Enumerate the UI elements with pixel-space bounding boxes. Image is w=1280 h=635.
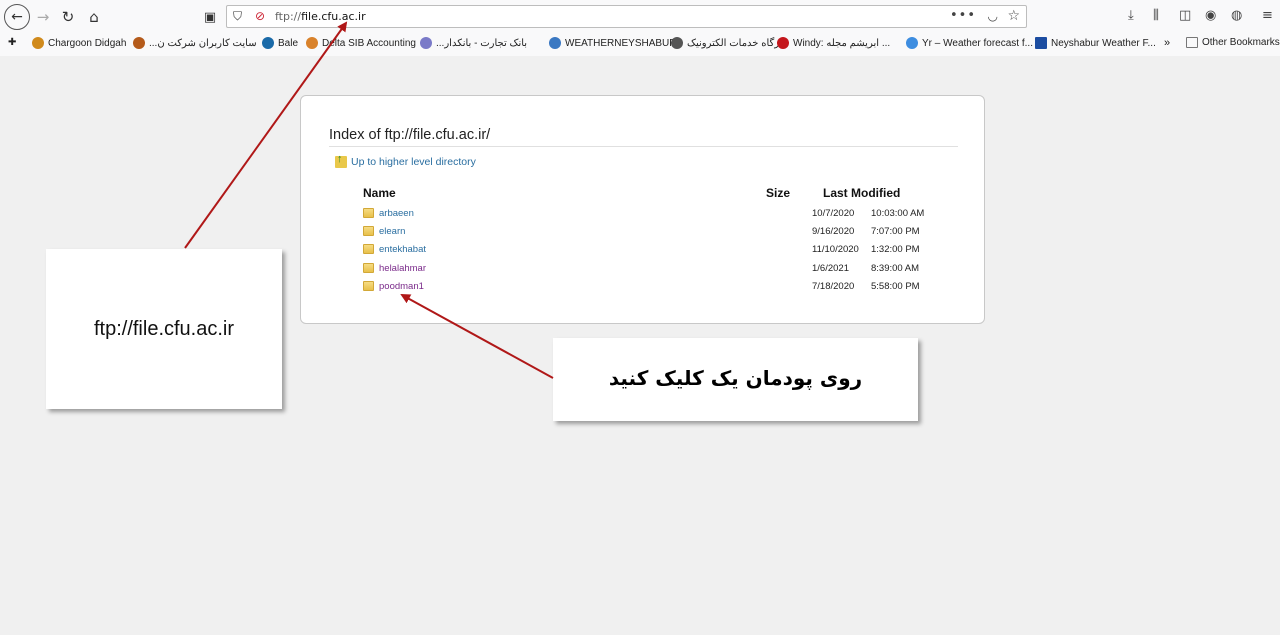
up-folder-icon: [335, 153, 347, 168]
browser-toolbar: ← → ↻ ⌂ ▣ ⛉ ⊘ ftp://file.cfu.ac.ir ••• ◡…: [0, 0, 1280, 34]
title-divider: [329, 146, 958, 147]
column-header-name[interactable]: Name: [363, 186, 396, 200]
folder-link-poodman1[interactable]: poodman1: [379, 281, 424, 292]
bookmark-label: درگاه خدمات الکترونیک: [687, 37, 784, 49]
bookmark-e-services[interactable]: درگاه خدمات الکترونیک: [671, 37, 784, 49]
folder-icon: [363, 226, 374, 236]
forward-arrow-icon[interactable]: →: [31, 5, 55, 29]
bookmark-weatherneyshabur[interactable]: WEATHERNEYSHABUR: [549, 37, 677, 49]
page-title: Index of ftp://file.cfu.ac.ir/: [329, 127, 491, 143]
url-prefix: ftp://: [275, 10, 302, 23]
ftp-listing-panel: Index of ftp://file.cfu.ac.ir/ Up to hig…: [300, 95, 985, 324]
column-header-size[interactable]: Size: [766, 186, 790, 200]
weather-flag-icon: [1035, 37, 1047, 49]
bookmarks-bar: ✚ Chargoon Didgah سایت کاربران شرکت ن...…: [0, 34, 1280, 56]
row-date: 11/10/2020: [812, 244, 859, 255]
table-row: elearn 9/16/2020 7:07:00 PM: [363, 224, 963, 240]
chargoon-icon: [32, 37, 44, 49]
reload-icon[interactable]: ↻: [56, 5, 80, 29]
pocket-icon[interactable]: ◡: [988, 9, 998, 23]
row-date: 1/6/2021: [812, 263, 849, 274]
folder-link-arbaeen[interactable]: arbaeen: [379, 208, 414, 219]
bookmark-label: WEATHERNEYSHABUR: [565, 37, 677, 49]
extension-icon[interactable]: ◍: [1231, 8, 1242, 23]
bale-icon: [262, 37, 274, 49]
url-host: file.cfu.ac.ir: [301, 10, 366, 23]
bookmark-label: Windy: ابریشم مجله ...: [793, 37, 891, 49]
weather-icon: [549, 37, 561, 49]
row-time: 1:32:00 PM: [871, 244, 920, 255]
bookmark-label: Other Bookmarks: [1202, 37, 1280, 48]
menu-icon[interactable]: ≡: [1262, 8, 1273, 23]
folder-link-elearn[interactable]: elearn: [379, 226, 405, 237]
bookmark-delta-sib[interactable]: Delta SIB Accounting: [306, 37, 416, 49]
table-row: arbaeen 10/7/2020 10:03:00 AM: [363, 206, 963, 222]
url-bar[interactable]: ⛉ ⊘ ftp://file.cfu.ac.ir ••• ◡ ☆: [226, 5, 1027, 28]
insecure-lock-icon[interactable]: ⊘: [255, 9, 265, 23]
extensions-puzzle-icon[interactable]: ✚: [8, 37, 16, 48]
folder-link-helalahmar[interactable]: helalahmar: [379, 263, 426, 274]
row-date: 9/16/2020: [812, 226, 855, 237]
bookmark-label: سایت کاربران شرکت ن...: [149, 37, 257, 49]
click-instruction-callout-box: روی پودمان یک کلیک کنید: [553, 338, 918, 421]
yr-icon: [906, 37, 918, 49]
windy-icon: [777, 37, 789, 49]
globe-icon: [671, 37, 683, 49]
url-callout-text: ftp://file.cfu.ac.ir: [93, 318, 235, 340]
row-time: 7:07:00 PM: [871, 226, 920, 237]
bookmark-chargoon[interactable]: Chargoon Didgah: [32, 37, 126, 49]
table-row: helalahmar 1/6/2021 8:39:00 AM: [363, 261, 963, 277]
row-time: 5:58:00 PM: [871, 281, 920, 292]
back-arrow-icon[interactable]: ←: [4, 4, 30, 30]
bookmark-other[interactable]: Other Bookmarks: [1186, 37, 1280, 48]
bookmark-tejarat-bank[interactable]: بانک تجارت - بانکدار...: [420, 37, 527, 49]
apple-icon: [133, 37, 145, 49]
bookmark-users-site[interactable]: سایت کاربران شرکت ن...: [133, 37, 257, 49]
table-row: entekhabat 11/10/2020 1:32:00 PM: [363, 242, 963, 258]
chevron-more-icon[interactable]: »: [1164, 37, 1170, 49]
bookmark-bale[interactable]: Bale: [262, 37, 298, 49]
up-directory-link[interactable]: Up to higher level directory: [335, 153, 476, 168]
sidebar-icon[interactable]: ◫: [1179, 8, 1191, 23]
row-time: 10:03:00 AM: [871, 208, 925, 219]
column-header-modified[interactable]: Last Modified: [823, 186, 900, 200]
bookmark-star-icon[interactable]: ☆: [1007, 8, 1020, 24]
bookmark-neyshabur-weather[interactable]: Neyshabur Weather F...: [1035, 37, 1156, 49]
bookmark-windy[interactable]: Windy: ابریشم مجله ...: [777, 37, 890, 49]
account-icon[interactable]: ◉: [1205, 8, 1216, 23]
page-actions-icon[interactable]: •••: [950, 8, 976, 23]
bookmark-label: Yr – Weather forecast f...: [922, 37, 1033, 49]
row-date: 7/18/2020: [812, 281, 855, 292]
screenshot-icon[interactable]: ▣: [198, 5, 222, 29]
home-icon[interactable]: ⌂: [82, 5, 106, 29]
folder-icon: [363, 263, 374, 273]
click-instruction-text: روی پودمان یک کلیک کنید: [608, 366, 863, 390]
url-text[interactable]: ftp://file.cfu.ac.ir: [275, 10, 366, 23]
library-icon[interactable]: ⫼: [1153, 8, 1159, 23]
bookmark-label: Chargoon Didgah: [48, 37, 127, 49]
folder-icon: [1186, 37, 1198, 48]
bank-icon: [420, 37, 432, 49]
bookmark-label: Delta SIB Accounting: [322, 37, 416, 49]
row-date: 10/7/2020: [812, 208, 855, 219]
downloads-icon[interactable]: ⤓: [1128, 8, 1134, 23]
bookmark-label: بانک تجارت - بانکدار...: [436, 37, 528, 49]
delta-icon: [306, 37, 318, 49]
url-callout-box: ftp://file.cfu.ac.ir: [46, 249, 282, 409]
folder-icon: [363, 208, 374, 218]
folder-link-entekhabat[interactable]: entekhabat: [379, 244, 426, 255]
bookmark-yr[interactable]: Yr – Weather forecast f...: [906, 37, 1033, 49]
row-time: 8:39:00 AM: [871, 263, 920, 274]
bookmark-label: Neyshabur Weather F...: [1051, 37, 1156, 49]
bookmark-label: Bale: [278, 37, 299, 49]
folder-icon: [363, 281, 374, 291]
table-row: poodman1 7/18/2020 5:58:00 PM: [363, 279, 963, 295]
up-directory-label: Up to higher level directory: [351, 156, 476, 168]
shield-icon[interactable]: ⛉: [233, 9, 242, 24]
folder-icon: [363, 244, 374, 254]
